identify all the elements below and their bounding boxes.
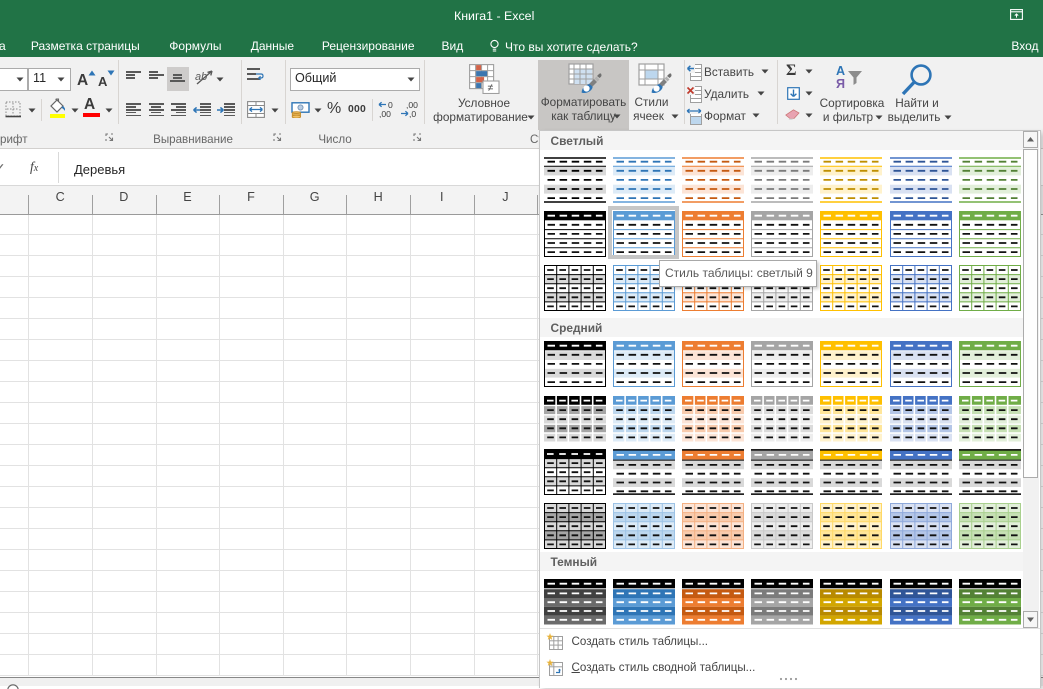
- svg-text:А: А: [836, 64, 845, 78]
- svg-text:,00: ,00: [379, 109, 391, 119]
- svg-text:≠: ≠: [488, 82, 494, 94]
- svg-text:,0: ,0: [409, 109, 416, 119]
- svg-text:Я: Я: [836, 77, 845, 89]
